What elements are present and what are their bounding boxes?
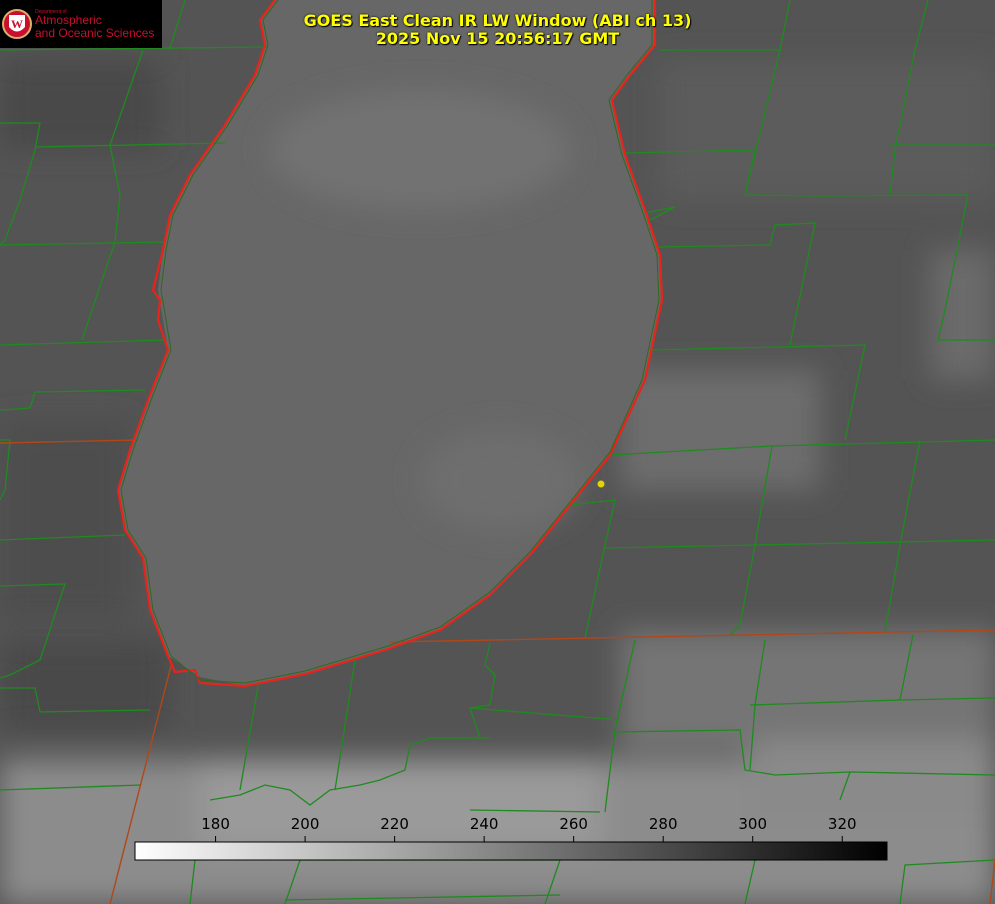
location-marker[interactable] [597,480,605,488]
colorbar-tick-label: 300 [738,815,768,833]
colorbar-tick-label: 260 [559,815,588,833]
image-title: GOES East Clean IR LW Window (ABI ch 13) [303,11,692,30]
image-timestamp: 2025 Nov 15 20:56:17 GMT [375,29,620,48]
colorbar-tick-label: 180 [201,815,230,833]
colorbar-tick-label: 320 [827,815,857,833]
colorbar-tick-label: 240 [469,815,499,833]
colorbar-tick-label: 220 [380,815,409,833]
colorbar-tick-label: 200 [290,815,320,833]
colorbar-tick-label: 280 [648,815,678,833]
satellite-map[interactable] [0,0,995,904]
colorbar [134,841,888,861]
